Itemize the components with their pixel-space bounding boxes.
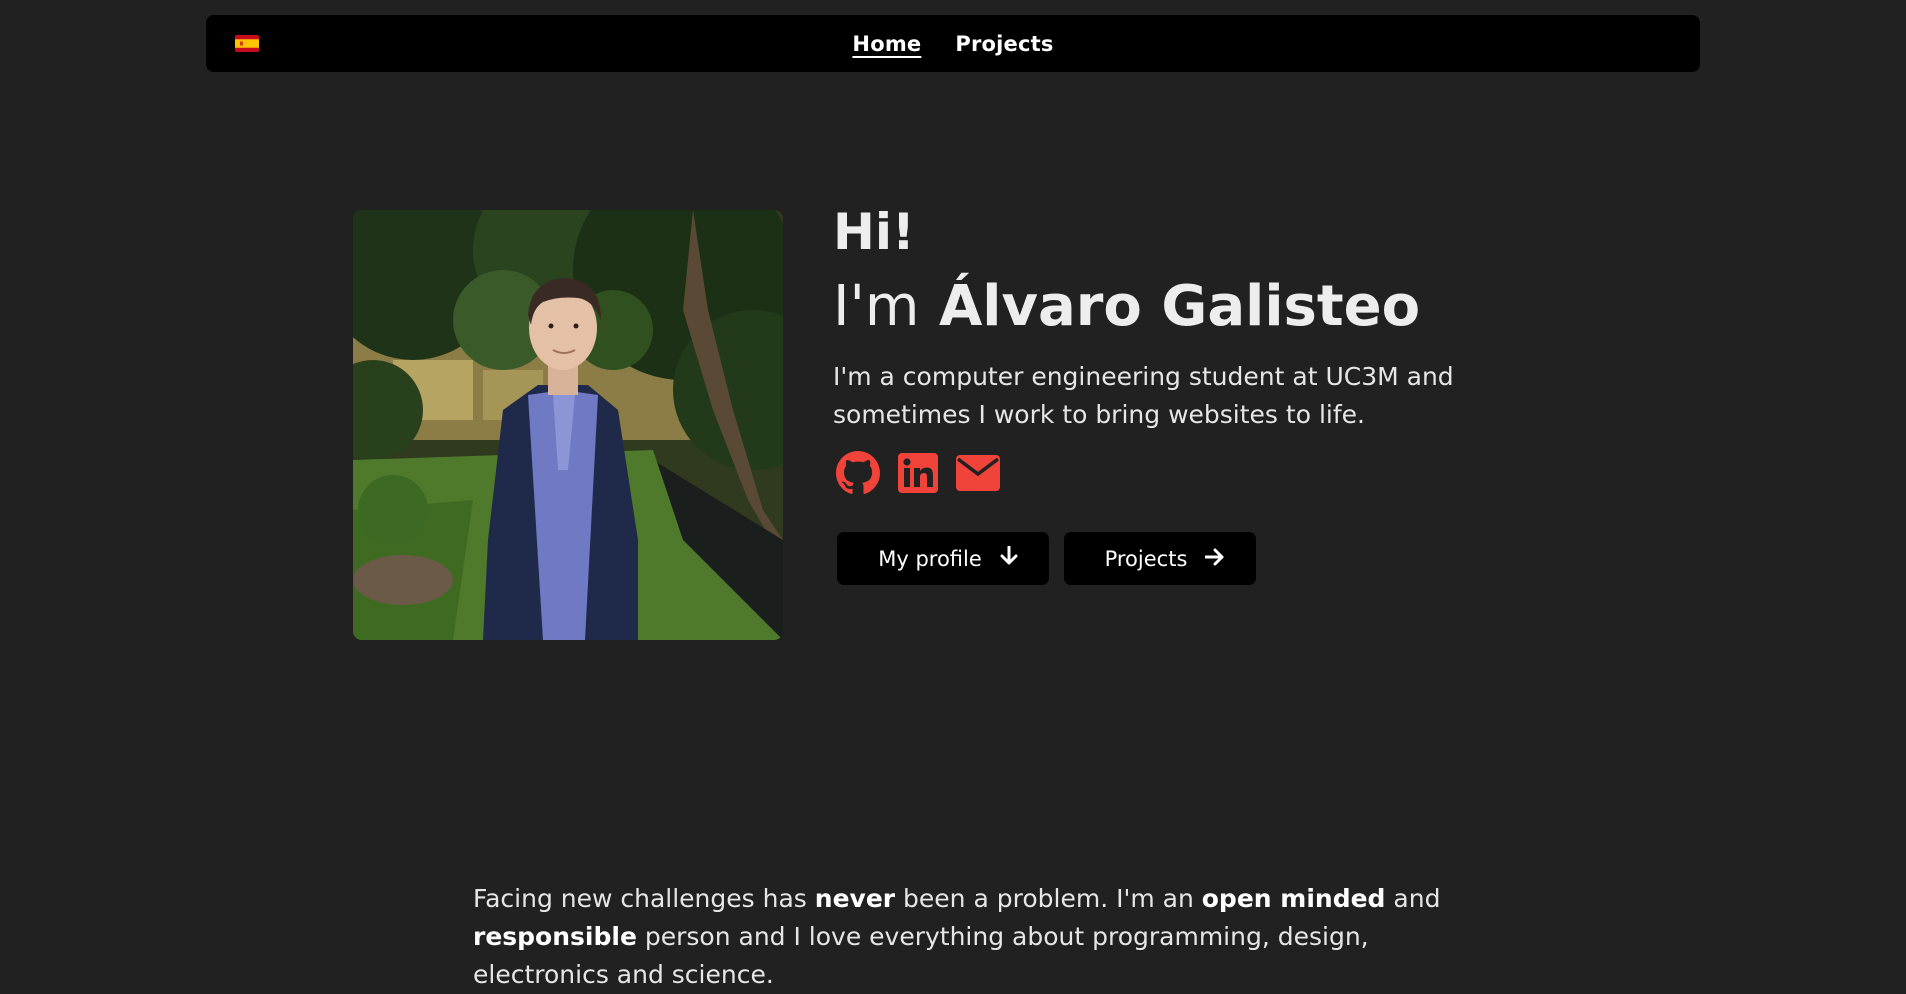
profile-photo bbox=[353, 210, 783, 640]
full-name: Álvaro Galisteo bbox=[938, 274, 1421, 339]
about-text: Facing new challenges has bbox=[473, 884, 815, 913]
hero-buttons: My profile Projects bbox=[837, 532, 1256, 585]
about-text: and bbox=[1385, 884, 1441, 913]
about-emphasis: never bbox=[814, 884, 896, 913]
hero-text: Hi! I'm Álvaro Galisteo I'm a computer e… bbox=[833, 200, 1593, 434]
about-emphasis: responsible bbox=[473, 922, 637, 951]
tagline: I'm a computer engineering student at UC… bbox=[833, 362, 1454, 429]
nav-links: Home Projects bbox=[206, 15, 1700, 72]
my-profile-label: My profile bbox=[878, 546, 982, 571]
github-icon[interactable] bbox=[836, 451, 880, 495]
email-icon[interactable] bbox=[956, 451, 1000, 495]
greeting-heading: Hi! bbox=[833, 203, 915, 261]
my-profile-button[interactable]: My profile bbox=[837, 532, 1049, 585]
projects-button[interactable]: Projects bbox=[1064, 532, 1256, 585]
about-emphasis: open minded bbox=[1201, 884, 1386, 913]
intro-prefix: I'm bbox=[833, 274, 920, 339]
social-links bbox=[836, 451, 1000, 495]
nav-link-home[interactable]: Home bbox=[852, 32, 921, 56]
navbar: Home Projects bbox=[206, 15, 1700, 72]
nav-link-projects[interactable]: Projects bbox=[955, 32, 1053, 56]
about-paragraph: Facing new challenges has never been a p… bbox=[473, 880, 1453, 994]
linkedin-icon[interactable] bbox=[896, 451, 940, 495]
arrow-right-icon bbox=[1204, 547, 1225, 571]
arrow-down-icon bbox=[1000, 545, 1018, 571]
intro-heading: I'm Álvaro Galisteo bbox=[833, 270, 1593, 344]
projects-label: Projects bbox=[1104, 546, 1188, 571]
about-text: been a problem. I'm an bbox=[895, 884, 1202, 913]
